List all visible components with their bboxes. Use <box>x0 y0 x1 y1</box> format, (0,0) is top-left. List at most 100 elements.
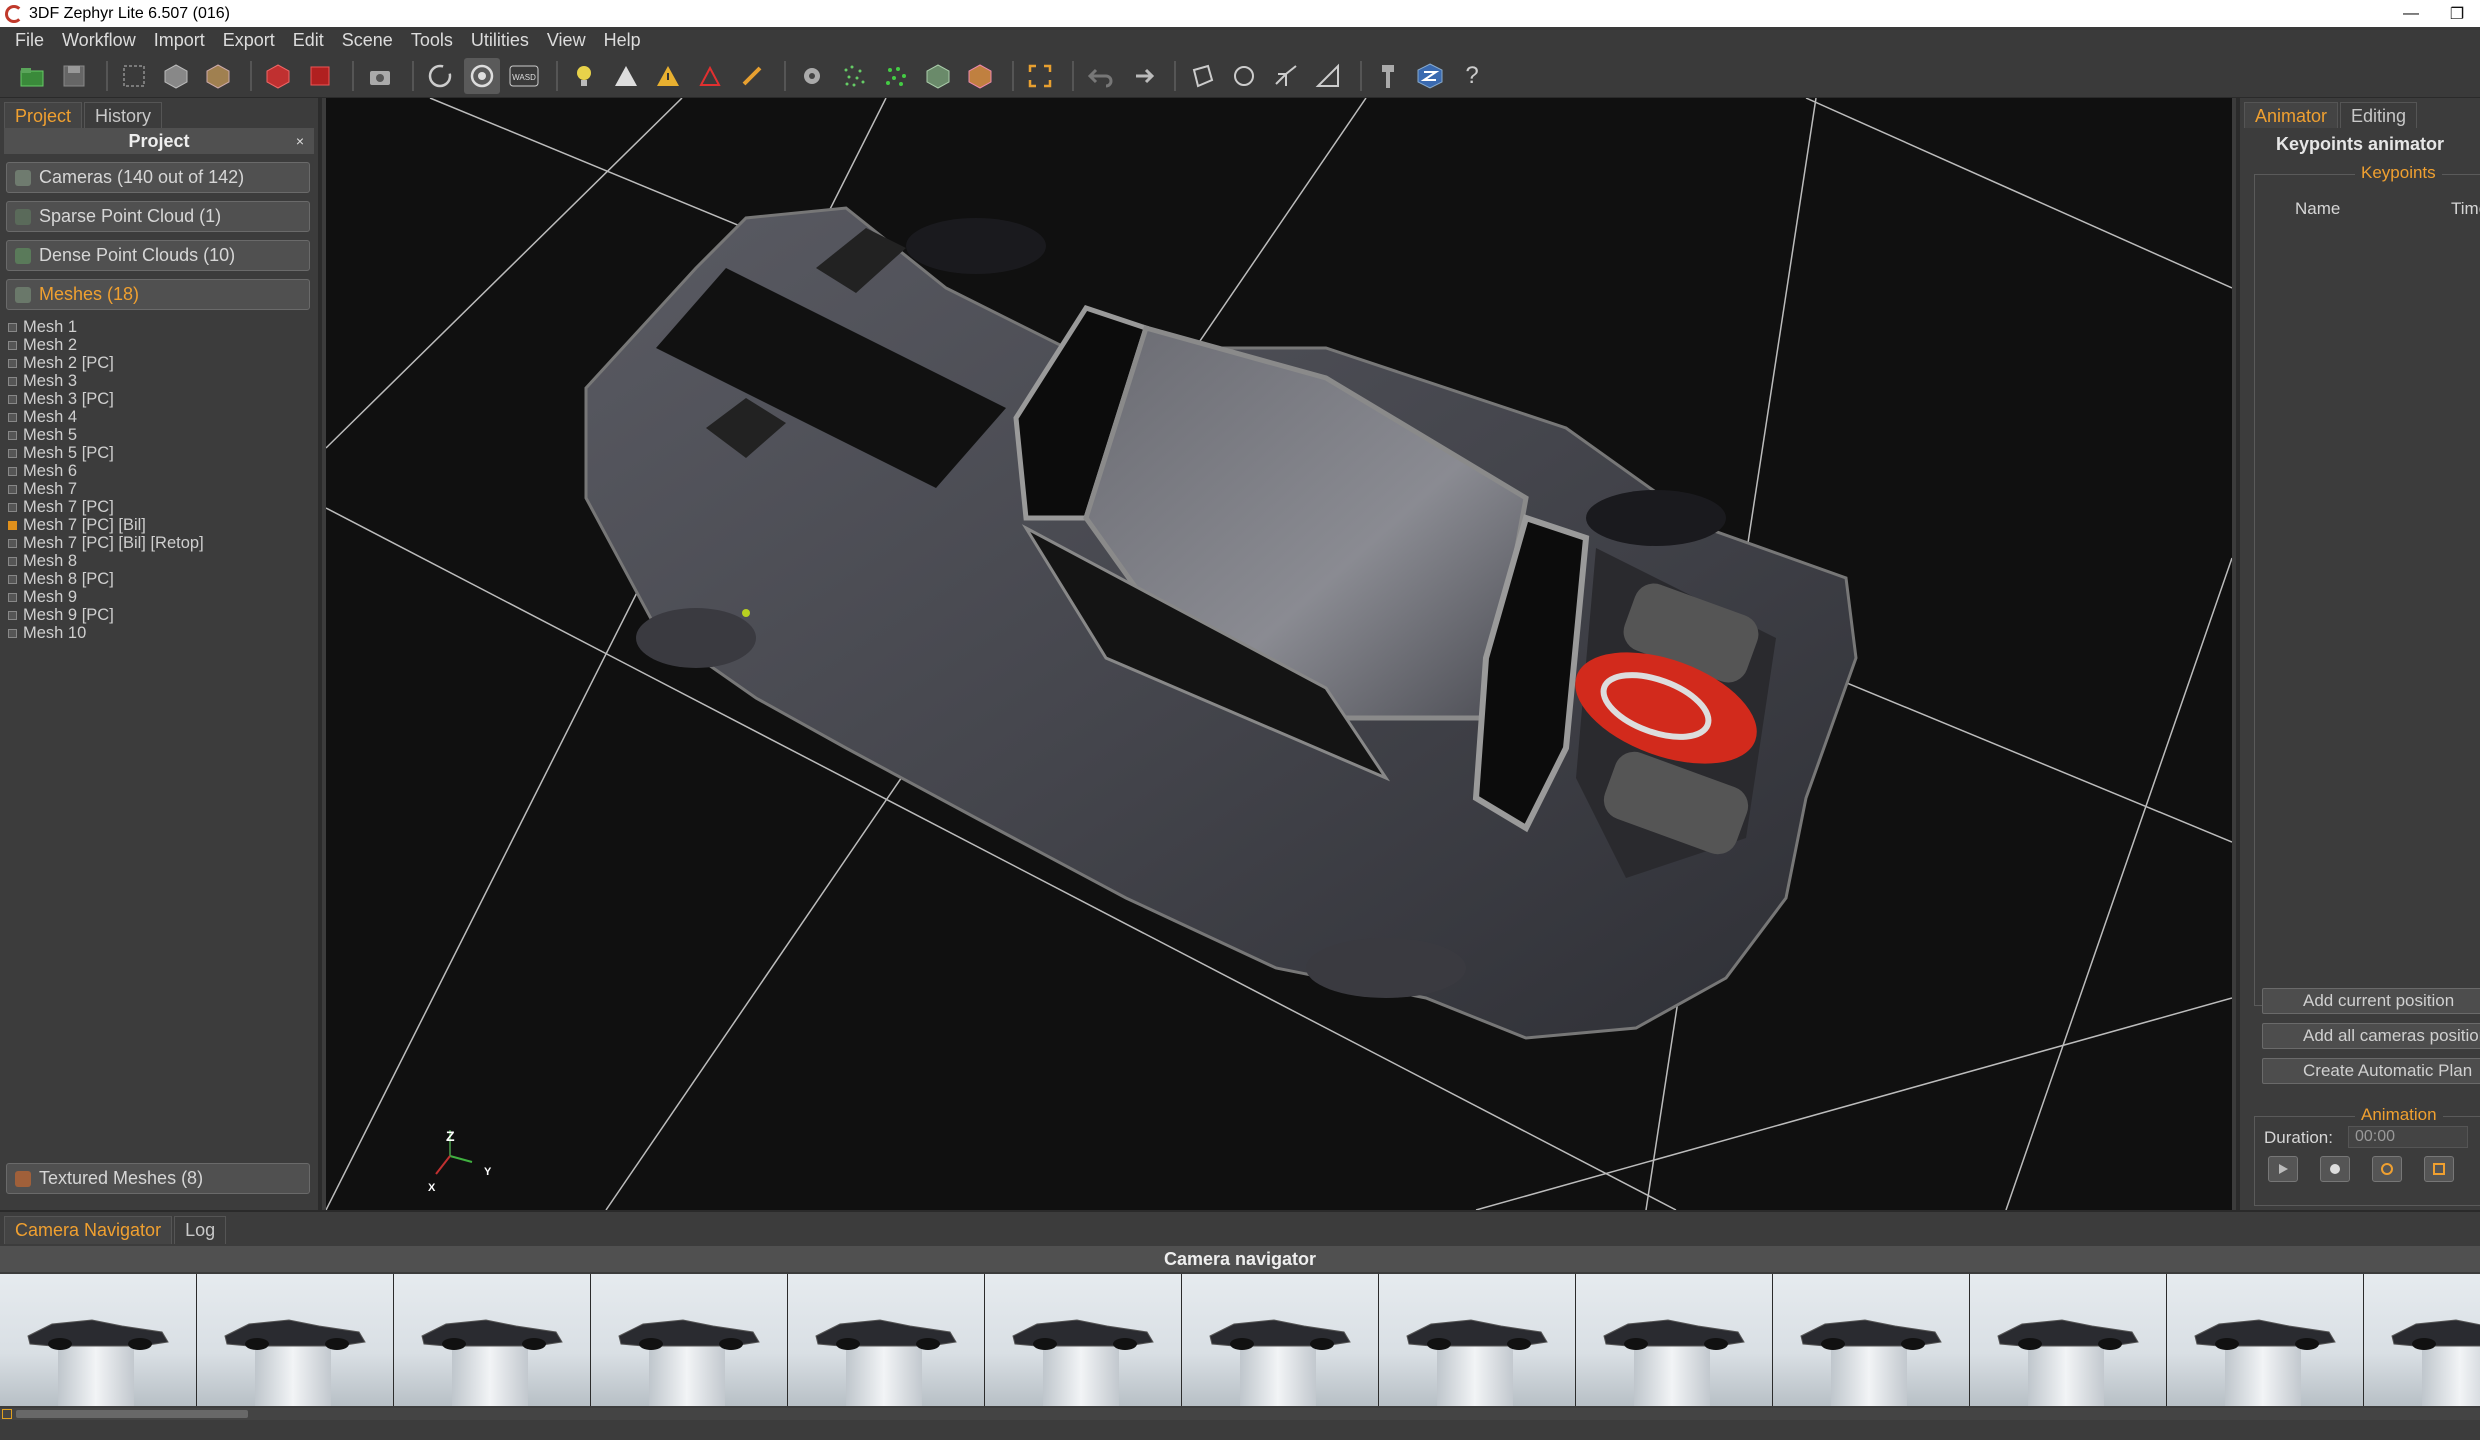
mesh-checkbox[interactable] <box>8 520 17 530</box>
help-icon[interactable]: ? <box>1454 58 1490 94</box>
light-bulb-icon[interactable] <box>566 58 602 94</box>
mesh-checkbox[interactable] <box>8 448 17 458</box>
lasso-icon[interactable] <box>1184 58 1220 94</box>
redo-icon[interactable] <box>1124 58 1160 94</box>
camera-thumbnail[interactable] <box>394 1274 590 1406</box>
scroll-left-icon[interactable] <box>2 1409 12 1419</box>
camera-thumbnail[interactable] <box>985 1274 1181 1406</box>
menu-help[interactable]: Help <box>595 30 650 51</box>
zephyr-logo-icon[interactable] <box>1412 58 1448 94</box>
select-rect-icon[interactable] <box>116 58 152 94</box>
mesh-checkbox[interactable] <box>8 592 17 602</box>
camera-thumbnail[interactable] <box>1576 1274 1772 1406</box>
camera-thumbnail[interactable] <box>1182 1274 1378 1406</box>
tab-camera-navigator[interactable]: Camera Navigator <box>4 1216 173 1244</box>
menu-export[interactable]: Export <box>214 30 284 51</box>
camera-icon[interactable] <box>362 58 398 94</box>
minimize-icon[interactable]: — <box>2388 0 2434 27</box>
mesh-list-item[interactable]: Mesh 7 <box>8 480 318 498</box>
thumbnail-scrollbar[interactable] <box>0 1408 2480 1420</box>
mesh-list-item[interactable]: Mesh 3 [PC] <box>8 390 318 408</box>
box-red-icon[interactable] <box>260 58 296 94</box>
textured-meshes-group-button[interactable]: Textured Meshes (8) <box>6 1163 310 1194</box>
frame-icon[interactable] <box>1022 58 1058 94</box>
tool-icon[interactable] <box>1370 58 1406 94</box>
record-button[interactable] <box>2320 1156 2350 1182</box>
mesh-list-item[interactable]: Mesh 5 [PC] <box>8 444 318 462</box>
mesh-checkbox[interactable] <box>8 628 17 638</box>
mesh-list-item[interactable]: Mesh 2 [PC] <box>8 354 318 372</box>
circle-select-icon[interactable] <box>1226 58 1262 94</box>
tab-animator[interactable]: Animator <box>2244 102 2339 128</box>
scrollbar-thumb[interactable] <box>16 1410 248 1418</box>
mesh-checkbox[interactable] <box>8 376 17 386</box>
camera-thumbnail[interactable] <box>591 1274 787 1406</box>
mesh-checkbox[interactable] <box>8 556 17 566</box>
cube-shaded-icon[interactable] <box>200 58 236 94</box>
add-current-position-button[interactable]: Add current position <box>2262 988 2480 1014</box>
tab-history[interactable]: History <box>84 102 163 128</box>
mesh-checkbox[interactable] <box>8 484 17 494</box>
menu-file[interactable]: File <box>6 30 53 51</box>
column-time-header[interactable]: Time <box>2451 199 2480 219</box>
mesh-list-item[interactable]: Mesh 9 [PC] <box>8 606 318 624</box>
rotate-free-icon[interactable] <box>464 57 500 94</box>
dense-clouds-group-button[interactable]: Dense Point Clouds (10) <box>6 240 310 271</box>
tab-project[interactable]: Project <box>4 102 83 128</box>
restore-icon[interactable]: ❐ <box>2434 0 2480 27</box>
mesh-list-item[interactable]: Mesh 6 <box>8 462 318 480</box>
cameras-group-button[interactable]: Cameras (140 out of 142) <box>6 162 310 193</box>
ruler-icon[interactable] <box>1310 58 1346 94</box>
tab-log[interactable]: Log <box>174 1216 227 1244</box>
mesh-checkbox[interactable] <box>8 358 17 368</box>
mesh-cube-icon[interactable] <box>920 58 956 94</box>
box-remove-icon[interactable] <box>302 58 338 94</box>
mesh-checkbox[interactable] <box>8 412 17 422</box>
mesh-list-item[interactable]: Mesh 7 [PC] [Bil] <box>8 516 318 534</box>
play-button[interactable] <box>2268 1156 2298 1182</box>
mesh-checkbox[interactable] <box>8 340 17 350</box>
camera-thumbnail[interactable] <box>2364 1274 2480 1406</box>
column-name-header[interactable]: Name <box>2295 199 2340 219</box>
red-triangle-icon[interactable] <box>692 58 728 94</box>
mesh-list-item[interactable]: Mesh 1 <box>8 318 318 336</box>
warning-icon[interactable] <box>650 58 686 94</box>
mesh-checkbox[interactable] <box>8 574 17 584</box>
menu-workflow[interactable]: Workflow <box>53 30 145 51</box>
menu-edit[interactable]: Edit <box>284 30 333 51</box>
pick-icon[interactable] <box>1268 58 1304 94</box>
camera-thumbnail[interactable] <box>788 1274 984 1406</box>
camera-thumbnail[interactable] <box>1773 1274 1969 1406</box>
point-cloud-green-icon[interactable] <box>878 58 914 94</box>
mesh-list-item[interactable]: Mesh 4 <box>8 408 318 426</box>
undo-icon[interactable] <box>1082 58 1118 94</box>
camera-thumbnail[interactable] <box>197 1274 393 1406</box>
tab-editing[interactable]: Editing <box>2340 102 2418 128</box>
menu-import[interactable]: Import <box>145 30 214 51</box>
create-automatic-plan-button[interactable]: Create Automatic Plan <box>2262 1058 2480 1084</box>
mesh-list-item[interactable]: Mesh 7 [PC] <box>8 498 318 516</box>
sparse-cloud-group-button[interactable]: Sparse Point Cloud (1) <box>6 201 310 232</box>
mesh-list-item[interactable]: Mesh 7 [PC] [Bil] [Retop] <box>8 534 318 552</box>
camera-thumbnail[interactable] <box>2167 1274 2363 1406</box>
car-mesh[interactable] <box>584 206 1858 1040</box>
mesh-list-item[interactable]: Mesh 8 [PC] <box>8 570 318 588</box>
mesh-checkbox[interactable] <box>8 466 17 476</box>
mesh-checkbox[interactable] <box>8 430 17 440</box>
open-project-icon[interactable] <box>14 58 50 94</box>
3d-viewport[interactable]: Z Y X <box>326 98 2232 1210</box>
menu-scene[interactable]: Scene <box>333 30 402 51</box>
add-all-cameras-positions-button[interactable]: Add all cameras positions <box>2262 1023 2480 1049</box>
mesh-list-item[interactable]: Mesh 2 <box>8 336 318 354</box>
menu-tools[interactable]: Tools <box>402 30 462 51</box>
mesh-checkbox[interactable] <box>8 610 17 620</box>
save-icon[interactable] <box>56 58 92 94</box>
point-cloud-icon[interactable] <box>836 58 872 94</box>
mesh-checkbox[interactable] <box>8 538 17 548</box>
mesh-list-item[interactable]: Mesh 8 <box>8 552 318 570</box>
vertex-icon[interactable] <box>608 58 644 94</box>
meshes-group-button[interactable]: Meshes (18) <box>6 279 310 310</box>
cube-icon[interactable] <box>158 58 194 94</box>
export-animation-button[interactable] <box>2424 1156 2454 1182</box>
mesh-list-item[interactable]: Mesh 3 <box>8 372 318 390</box>
